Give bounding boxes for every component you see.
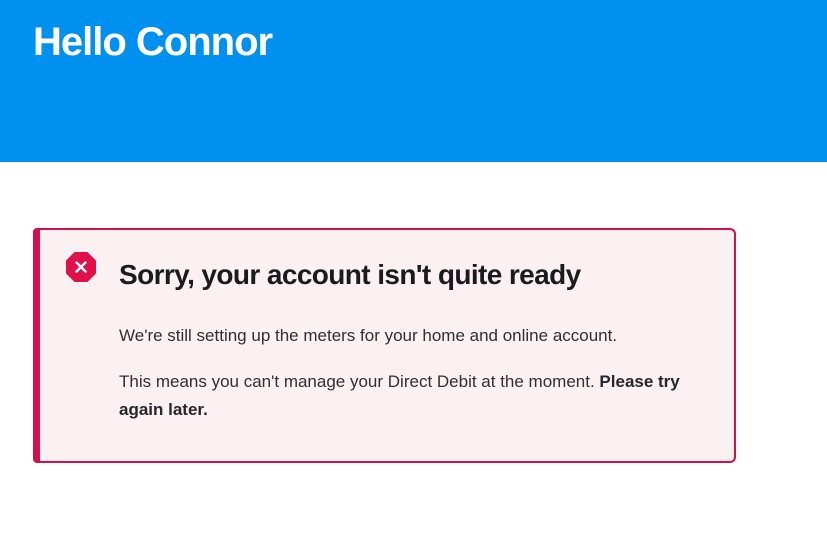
alert-message-meters: We're still setting up the meters for yo… — [119, 326, 618, 345]
alert-title: Sorry, your account isn't quite ready — [119, 259, 581, 290]
alert-message-direct-debit: This means you can't manage your Direct … — [119, 368, 719, 424]
greeting-title: Hello Connor — [33, 20, 273, 64]
error-alert: Sorry, your account isn't quite ready We… — [33, 228, 736, 463]
error-close-icon — [66, 252, 96, 282]
alert-message-plain: This means you can't manage your Direct … — [119, 372, 600, 391]
page-header: Hello Connor — [0, 0, 827, 162]
